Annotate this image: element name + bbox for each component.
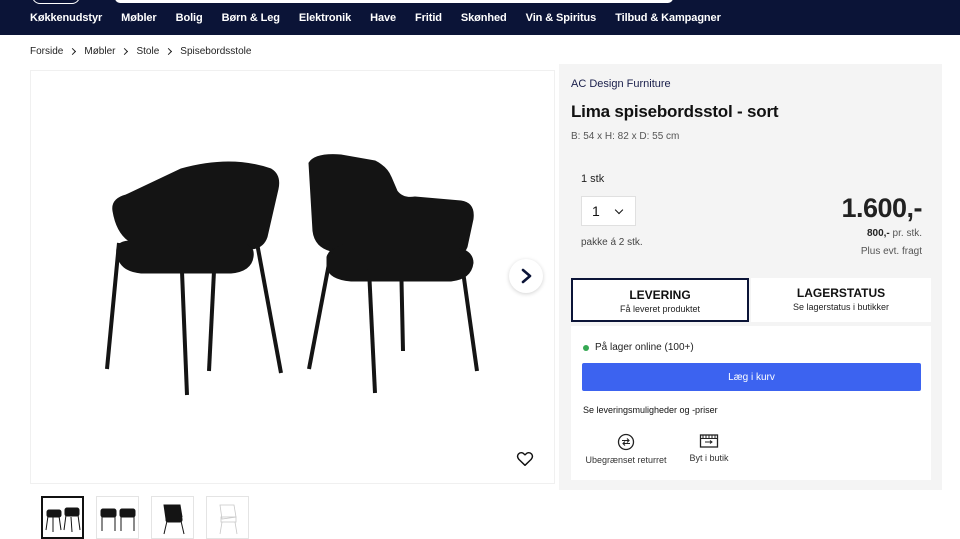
status-dot-icon [583,344,589,351]
tab-stock-subtitle: Se lagerstatus i butikker [792,302,890,312]
nav-item-bolig[interactable]: Bolig [176,12,203,24]
feature-returns-label: Ubegrænset returret [585,455,667,465]
thumbnail-strip [41,496,249,539]
chevron-right-icon [69,47,77,56]
page-title: Lima spisebordsstol - sort [571,102,779,121]
breadcrumb-mobler[interactable]: Møbler [84,46,115,57]
add-to-cart-button[interactable]: Læg i kurv [582,363,921,391]
unit-price: 800,- pr. stk. [867,228,922,239]
nav-item-tilbud[interactable]: Tilbud & Kampagner [615,12,721,24]
unit-price-suffix: pr. stk. [889,228,922,239]
nav-item-mobler[interactable]: Møbler [121,12,157,24]
breadcrumb-spisebordsstole[interactable]: Spisebordsstole [180,46,251,57]
stock-status: På lager online (100+) [583,342,694,353]
chevron-down-icon [614,205,624,215]
top-navigation: Køkkenudstyr Møbler Bolig Børn & Leg Ele… [0,0,960,35]
quantity-value: 1 [592,203,600,219]
heart-icon[interactable] [516,450,534,468]
breadcrumb: Forside Møbler Stole Spisebordsstole [30,46,251,57]
main-menu: Køkkenudstyr Møbler Bolig Børn & Leg Ele… [30,12,740,24]
nav-item-have[interactable]: Have [370,12,396,24]
feature-shop-label: Byt i butik [689,453,729,463]
product-image-gallery [30,70,555,484]
delivery-options-link[interactable]: Se leveringsmuligheder og -priser [583,405,718,415]
shop-icon [699,434,719,448]
nav-item-kokkenudstyr[interactable]: Køkkenudstyr [30,12,102,24]
tab-delivery[interactable]: LEVERING Få leveret produktet [571,278,749,322]
quantity-select[interactable]: 1 [581,196,636,226]
tab-delivery-subtitle: Få leveret produktet [619,304,701,314]
tab-stock-status[interactable]: LAGERSTATUS Se lagerstatus i butikker [751,278,931,322]
product-dimensions: B: 54 x H: 82 x D: 55 cm [571,131,680,142]
chevron-right-icon [121,47,129,56]
nav-item-born-leg[interactable]: Børn & Leg [222,12,280,24]
thumbnail-1[interactable] [41,496,84,539]
search-input[interactable] [115,0,673,3]
chevron-right-icon [521,268,532,284]
feature-returns[interactable]: Ubegrænset returret [584,433,668,465]
nav-item-skonhed[interactable]: Skønhed [461,12,507,24]
unit-price-value: 800,- [866,228,890,239]
tab-stock-title: LAGERSTATUS [796,286,886,300]
thumbnail-2[interactable] [96,496,139,539]
thumbnail-3[interactable] [151,496,194,539]
feature-exchange-in-store[interactable]: Byt i butik [684,433,734,463]
breadcrumb-stole[interactable]: Stole [136,46,159,57]
price: 1.600,- [841,193,922,223]
nav-item-fritid[interactable]: Fritid [415,12,442,24]
thumbnail-4[interactable] [206,496,249,539]
tab-delivery-title: LEVERING [629,288,691,302]
chevron-right-icon [165,47,173,56]
breadcrumb-forside[interactable]: Forside [30,46,63,57]
logo[interactable] [32,0,80,4]
returns-icon [617,433,635,451]
freight-note: Plus evt. fragt [860,246,922,257]
next-image-button[interactable] [509,259,543,293]
quantity-label: 1 stk [581,173,605,185]
brand-link[interactable]: AC Design Furniture [571,78,671,90]
pack-note: pakke á 2 stk. [581,237,643,248]
nav-item-vin-spiritus[interactable]: Vin & Spiritus [526,12,597,24]
product-image[interactable] [31,71,556,485]
stock-status-text: På lager online (100+) [595,342,694,353]
nav-item-elektronik[interactable]: Elektronik [299,12,351,24]
